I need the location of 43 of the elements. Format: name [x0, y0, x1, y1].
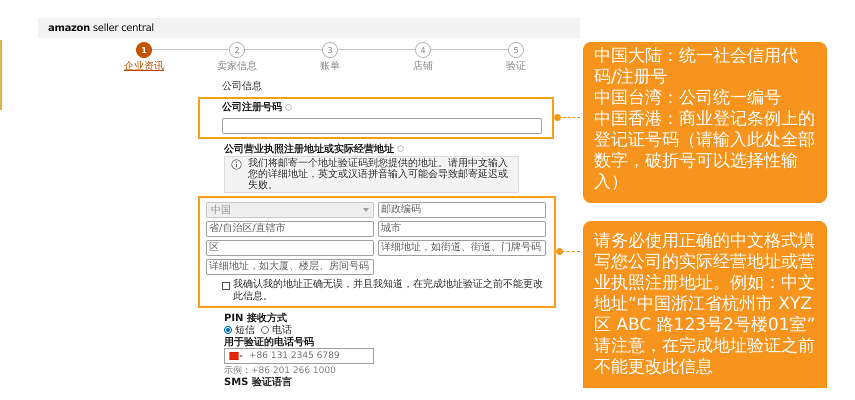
callout-text: 中国香港：商业登记条例上的登记证号码（请输入此处全部数字，破折号可以选择性输入） [594, 109, 816, 193]
phone-field[interactable]: +86 131 2345 6789 [224, 348, 374, 364]
section-title: 公司信息 [222, 80, 263, 93]
field-label: SMS 验证语言 [224, 375, 292, 388]
field-label: 公司营业执照注册地址或实际经营地址 [224, 142, 394, 156]
input-field[interactable] [222, 118, 542, 134]
step-circle[interactable]: 5 [508, 42, 524, 58]
callout-text: 请注意，在完成地址验证之前不能更改此信息 [594, 336, 816, 378]
edge-line [0, 40, 2, 110]
step-label: 企业资讯 [124, 60, 164, 73]
logo: amazon seller central [48, 22, 154, 34]
caret-icon [363, 208, 369, 212]
hint-text: 示例：+86 201 266 1000 [224, 364, 337, 376]
field-label: 公司注册号码 [222, 100, 282, 114]
step-label: 账单 [320, 60, 340, 73]
field-label: 用于验证的电话号码 [224, 336, 314, 348]
step-circle[interactable]: 1 [136, 42, 152, 58]
input-field[interactable]: 城市 [378, 220, 546, 236]
radio-label: 短信 [235, 324, 255, 336]
leader-line [556, 251, 580, 252]
step-circle[interactable]: 3 [322, 42, 338, 58]
step-label: 店铺 [413, 60, 433, 73]
radio-label: 电话 [272, 324, 292, 336]
callout-text: 中国台湾：公司统一编号 [594, 88, 782, 109]
flag-icon [229, 352, 243, 360]
field-label: PIN 接收方式 [224, 311, 287, 324]
callout-text: 中国大陆：统一社会信用代码/注册号 [594, 46, 799, 88]
notice-text: 我们将邮寄一个地址验证码到您提供的地址。请用中文输入您的详细地址，英文或汉语拼音输入可能会导致邮寄延迟或失败。 [248, 158, 509, 190]
step-label: 验证 [506, 60, 526, 73]
checkbox[interactable] [222, 282, 230, 290]
callout-text: 请务必使用正确的中文格式填写您公司的实际经营地址或营业执照注册地址。例如：中文地址“中国浙江省杭州市 XYZ 区 ABC 路123号2号楼01室” [594, 231, 816, 336]
input-field[interactable]: 省/自治区/直辖市 [206, 220, 374, 236]
step-label: 卖家信息 [217, 60, 257, 73]
input-field[interactable]: 详细地址，如大厦、楼层、房间号码 [206, 258, 374, 274]
step-circle[interactable]: 2 [229, 42, 245, 58]
leader-line [554, 117, 580, 118]
input-field[interactable]: 区 [206, 240, 374, 256]
step-circle[interactable]: 4 [415, 42, 431, 58]
radio-button[interactable] [224, 326, 232, 334]
input-field[interactable]: 邮政编码 [378, 202, 546, 218]
checkbox-label: 我确认我的地址正确无误，并且我知道，在完成地址验证之前不能更改此信息。 [233, 278, 544, 302]
input-field[interactable]: 详细地址，如街道、街道、门牌号码 [378, 240, 546, 256]
radio-button[interactable] [261, 326, 269, 334]
